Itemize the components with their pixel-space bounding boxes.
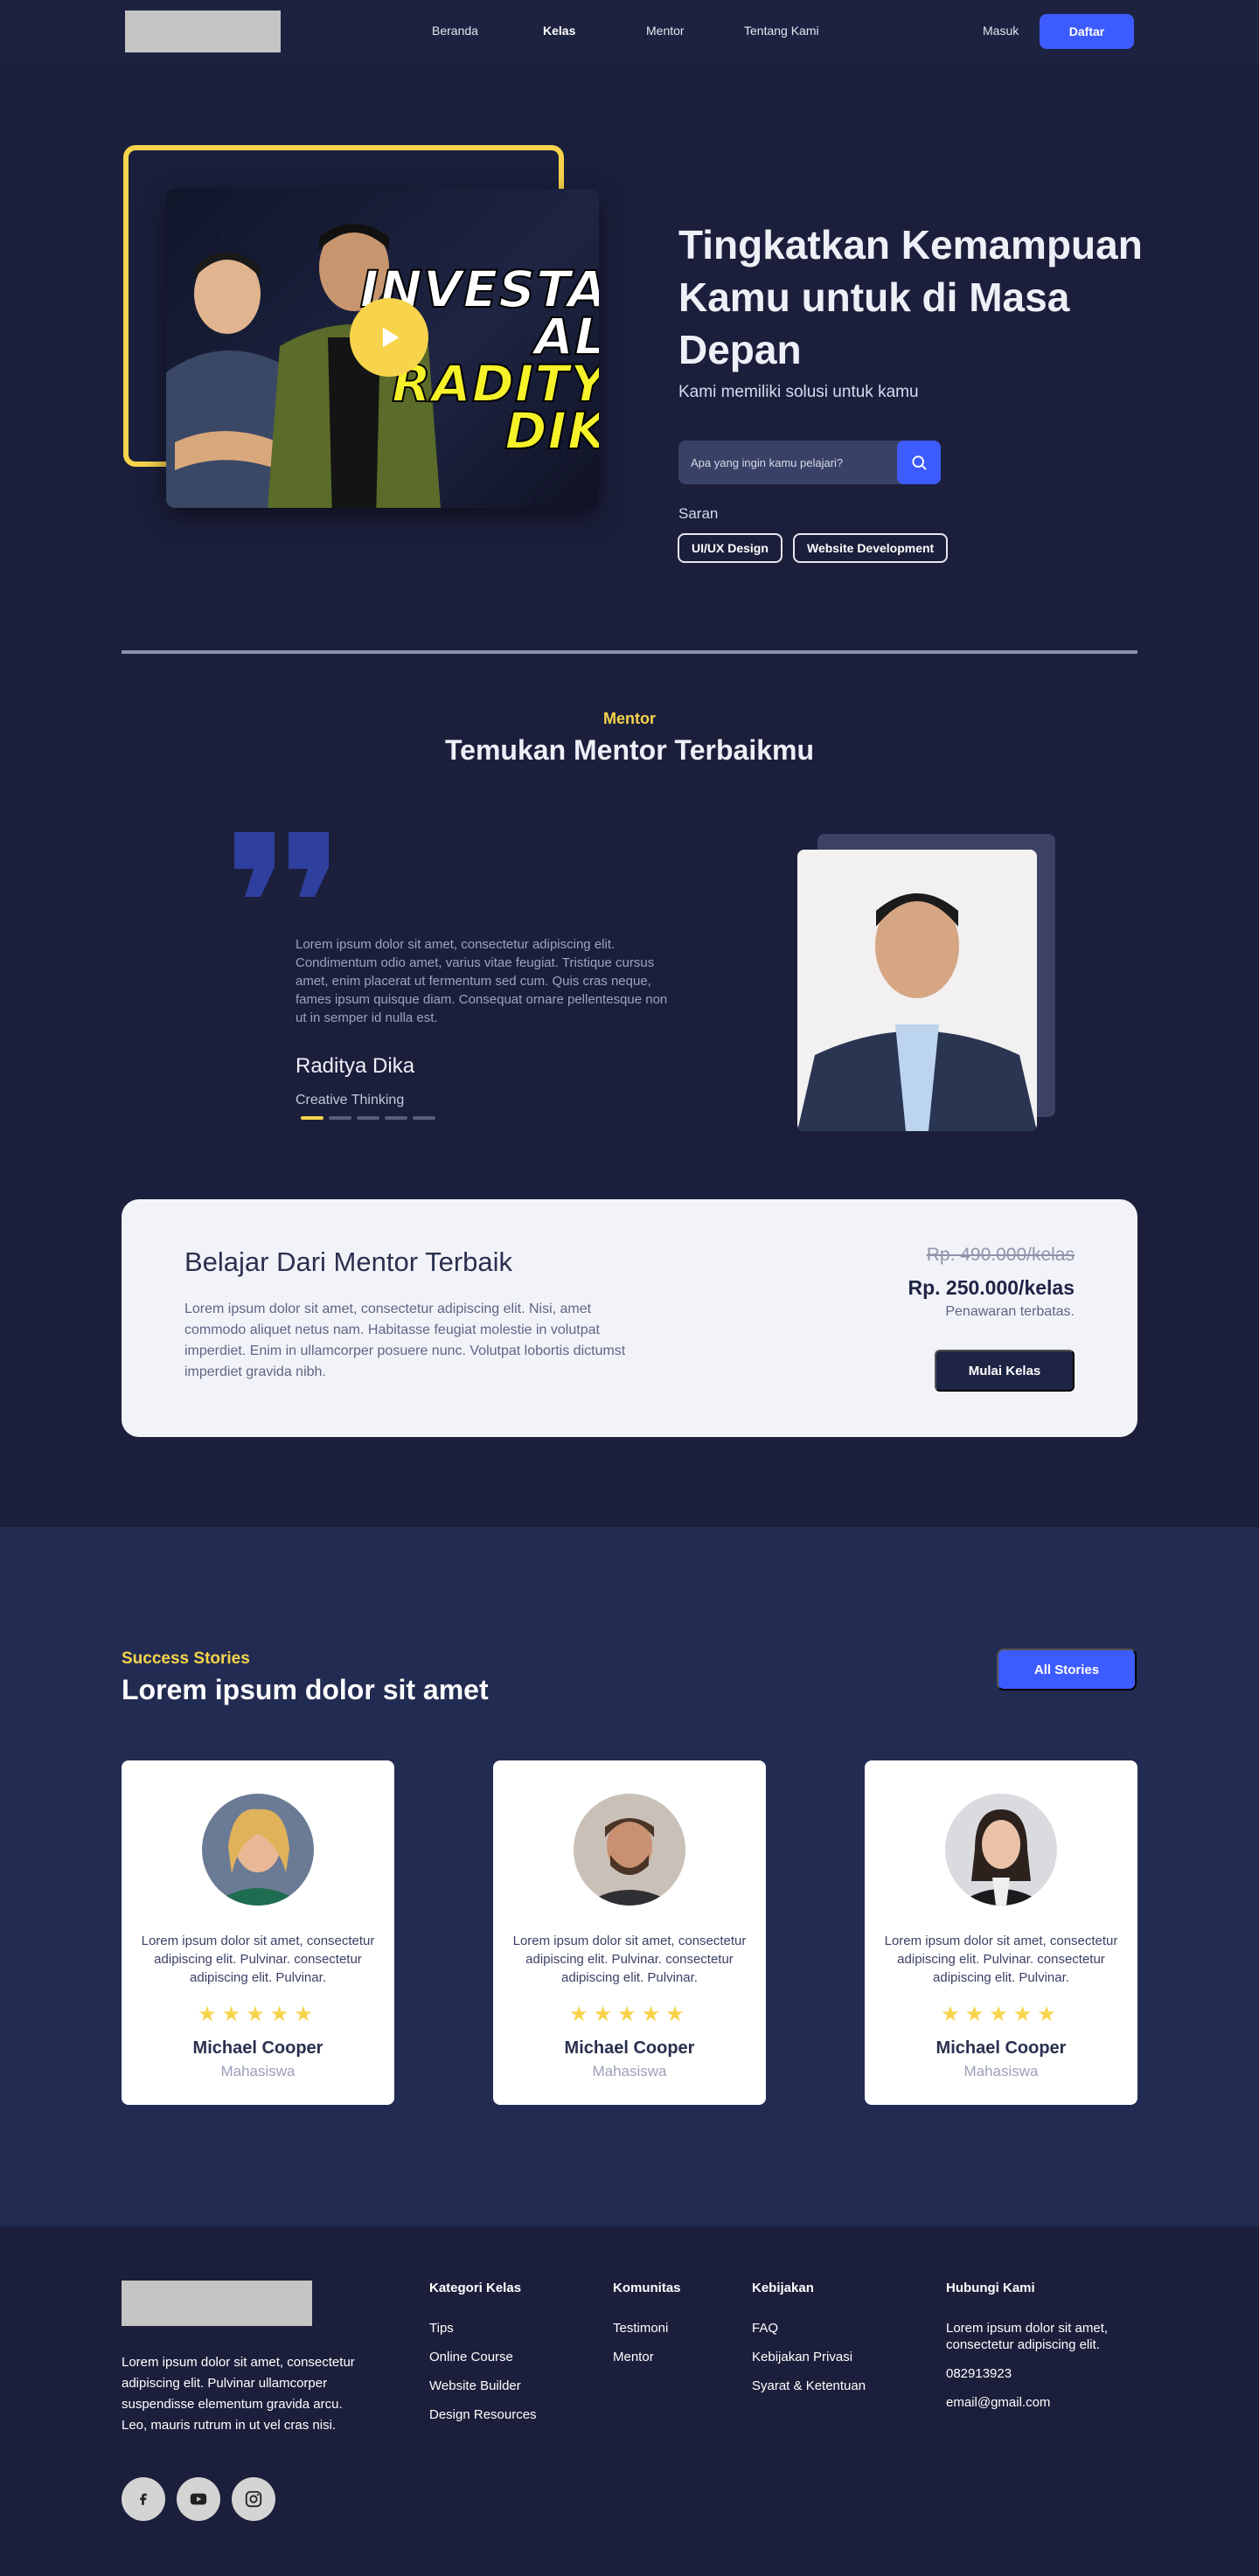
start-class-button[interactable]: Mulai Kelas — [935, 1350, 1075, 1392]
suggestion-label: Saran — [678, 505, 719, 522]
mentor-kicker: Mentor — [603, 710, 656, 727]
search-bar — [678, 441, 941, 484]
slider-dot-2[interactable] — [329, 1116, 351, 1120]
mentor-photo — [797, 850, 1037, 1131]
story-card[interactable]: Lorem ipsum dolor sit amet, consectetur … — [865, 1760, 1137, 2105]
footer-link[interactable]: Testimoni — [613, 2320, 681, 2336]
rating-stars-icon: ★★★★★ — [941, 2003, 1061, 2026]
story-role: Mahasiswa — [592, 2063, 667, 2080]
play-button[interactable] — [350, 298, 428, 377]
old-price: Rp. 490.000/kelas — [926, 1245, 1075, 1265]
footer-column-title: Kategori Kelas — [429, 2281, 522, 2295]
mentor-name: Raditya Dika — [296, 1054, 415, 1078]
suggestion-chip-web-dev[interactable]: Website Development — [793, 533, 949, 563]
play-icon — [382, 327, 400, 348]
promo-line-4: DIK — [504, 401, 599, 461]
footer-link[interactable]: Online Course — [429, 2349, 537, 2365]
story-card[interactable]: Lorem ipsum dolor sit amet, consectetur … — [122, 1760, 394, 2105]
mentor-quote-text: Lorem ipsum dolor sit amet, consectetur … — [296, 937, 668, 1025]
youtube-button[interactable] — [177, 2477, 220, 2521]
story-name: Michael Cooper — [192, 2038, 323, 2058]
cta-title: Belajar Dari Mentor Terbaik — [184, 1246, 513, 1277]
all-stories-button[interactable]: All Stories — [997, 1649, 1137, 1691]
slider-dot-4[interactable] — [385, 1116, 407, 1120]
story-name: Michael Cooper — [564, 2038, 695, 2058]
story-card[interactable]: Lorem ipsum dolor sit amet, consectetur … — [493, 1760, 766, 2105]
footer-column-title: Komunitas — [613, 2281, 681, 2295]
mentor-section: Mentor Temukan Mentor Terbaikmu Lorem ip… — [0, 587, 1259, 1437]
stories-title: Lorem ipsum dolor sit amet — [122, 1674, 489, 1705]
footer-column-title: Kebijakan — [752, 2281, 814, 2295]
avatar — [202, 1794, 314, 1906]
footer-link[interactable]: Website Builder — [429, 2378, 537, 2394]
hero-video[interactable]: INVESTA AL RADITY DIK — [166, 189, 599, 508]
slider-dots — [301, 1116, 435, 1120]
avatar — [945, 1794, 1057, 1906]
youtube-icon — [190, 2493, 207, 2505]
footer-link[interactable]: Kebijakan Privasi — [752, 2349, 866, 2365]
contact-email[interactable]: email@gmail.com — [946, 2394, 1156, 2411]
stories-kicker: Success Stories — [122, 1649, 250, 1668]
slider-dot-1[interactable] — [301, 1116, 323, 1120]
footer-column-kebijakan: Kebijakan FAQ Kebijakan Privasi Syarat &… — [752, 2281, 866, 2406]
search-input[interactable] — [678, 441, 897, 484]
story-name: Michael Cooper — [936, 2038, 1067, 2058]
footer-column-title: Hubungi Kami — [946, 2281, 1035, 2295]
quote-icon — [234, 832, 329, 897]
nav-link-beranda[interactable]: Beranda — [432, 24, 478, 38]
login-link[interactable]: Masuk — [983, 24, 1019, 38]
price-note: Penawaran terbatas. — [945, 1304, 1075, 1319]
nav-link-tentang-kami[interactable]: Tentang Kami — [744, 24, 819, 38]
slider-dot-5[interactable] — [413, 1116, 435, 1120]
avatar — [574, 1794, 685, 1906]
footer-description: Lorem ipsum dolor sit amet, consectetur … — [122, 2355, 355, 2433]
signup-button[interactable]: Daftar — [1040, 14, 1134, 49]
contact-address: Lorem ipsum dolor sit amet, consectetur … — [946, 2321, 1109, 2352]
footer-logo-placeholder[interactable] — [122, 2281, 312, 2326]
search-button[interactable] — [897, 441, 941, 484]
slider-dot-3[interactable] — [357, 1116, 379, 1120]
story-text: Lorem ipsum dolor sit amet, consectetur … — [884, 1934, 1118, 1985]
nav-link-kelas[interactable]: Kelas — [543, 24, 575, 38]
suggestion-chip-uiux[interactable]: UI/UX Design — [678, 533, 783, 563]
story-text: Lorem ipsum dolor sit amet, consectetur … — [512, 1934, 747, 1985]
mentor-title: Temukan Mentor Terbaikmu — [445, 734, 814, 766]
footer-link[interactable]: Syarat & Ketentuan — [752, 2378, 866, 2394]
rating-stars-icon: ★★★★★ — [198, 2003, 318, 2026]
footer-link[interactable]: Design Resources — [429, 2406, 537, 2423]
rating-stars-icon: ★★★★★ — [569, 2003, 690, 2026]
success-stories-section: Success Stories Lorem ipsum dolor sit am… — [0, 1527, 1259, 2226]
footer-column-hubungi: Hubungi Kami Lorem ipsum dolor sit amet,… — [946, 2281, 1156, 2423]
instagram-icon — [245, 2490, 262, 2508]
hero-subtitle: Kami memiliki solusi untuk kamu — [678, 383, 919, 401]
cta-card: Belajar Dari Mentor Terbaik Lorem ipsum … — [122, 1199, 1137, 1437]
footer-link[interactable]: Mentor — [613, 2349, 681, 2365]
hero-section: INVESTA AL RADITY DIK Tingkatkan Kemampu… — [0, 63, 1259, 654]
mentor-portrait — [797, 850, 1037, 1131]
top-navbar: Beranda Kelas Mentor Tentang Kami Masuk … — [0, 0, 1259, 63]
story-role: Mahasiswa — [963, 2063, 1039, 2080]
search-icon — [912, 455, 927, 470]
footer-link[interactable]: FAQ — [752, 2320, 866, 2336]
cta-text: Lorem ipsum dolor sit amet, consectetur … — [184, 1302, 626, 1379]
nav-link-mentor[interactable]: Mentor — [646, 24, 685, 38]
mentor-role: Creative Thinking — [296, 1093, 405, 1107]
footer-link[interactable]: Tips — [429, 2320, 537, 2336]
hero-title: Tingkatkan Kemampuan Kamu untuk di Masa … — [678, 222, 1143, 372]
contact-phone[interactable]: 082913923 — [946, 2365, 1156, 2382]
story-text: Lorem ipsum dolor sit amet, consectetur … — [141, 1934, 375, 1985]
footer-column-komunitas: Komunitas Testimoni Mentor — [613, 2281, 681, 2378]
footer-column-kategori: Kategori Kelas Tips Online Course Websit… — [429, 2281, 537, 2435]
story-role: Mahasiswa — [220, 2063, 296, 2080]
facebook-button[interactable] — [122, 2477, 165, 2521]
instagram-button[interactable] — [232, 2477, 275, 2521]
new-price: Rp. 250.000/kelas — [908, 1276, 1075, 1299]
facebook-icon — [140, 2493, 147, 2505]
footer: Lorem ipsum dolor sit amet, consectetur … — [0, 2226, 1259, 2576]
